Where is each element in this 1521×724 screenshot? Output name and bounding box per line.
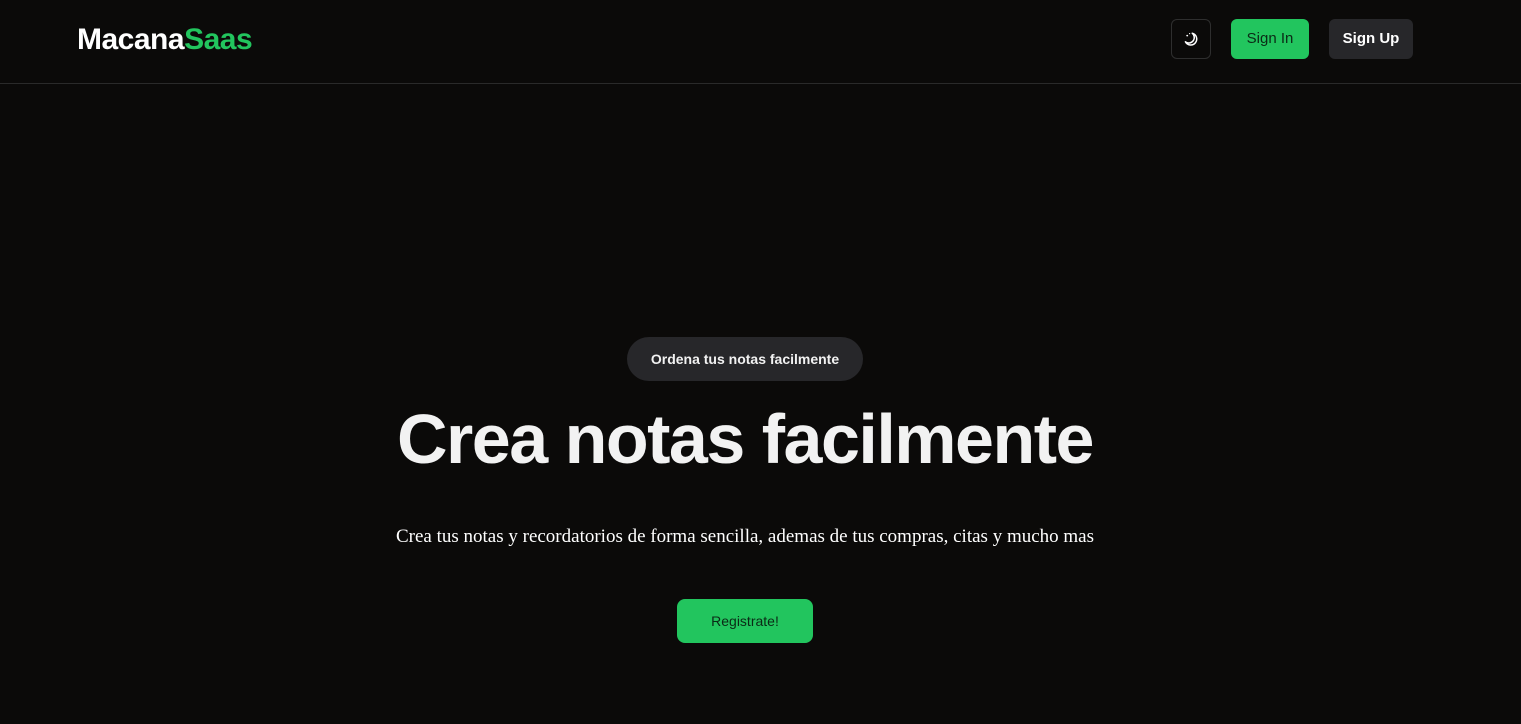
- hero-subtitle: Crea tus notas y recordatorios de forma …: [395, 526, 1095, 547]
- moon-stars-icon: [1183, 31, 1199, 47]
- logo-text-saas: Saas: [184, 23, 253, 56]
- top-navbar: MacanaSaas Sign In Sign Up: [0, 0, 1521, 84]
- hero-headline: Crea notas facilmente: [397, 400, 1094, 478]
- sign-in-button[interactable]: Sign In: [1231, 19, 1309, 59]
- register-button[interactable]: Registrate!: [677, 599, 813, 643]
- theme-toggle-button[interactable]: [1171, 19, 1211, 59]
- logo-text-macana: Macana: [77, 23, 185, 56]
- hero-badge: Ordena tus notas facilmente: [627, 337, 863, 381]
- logo[interactable]: MacanaSaas: [77, 22, 253, 58]
- sign-up-button[interactable]: Sign Up: [1329, 19, 1413, 59]
